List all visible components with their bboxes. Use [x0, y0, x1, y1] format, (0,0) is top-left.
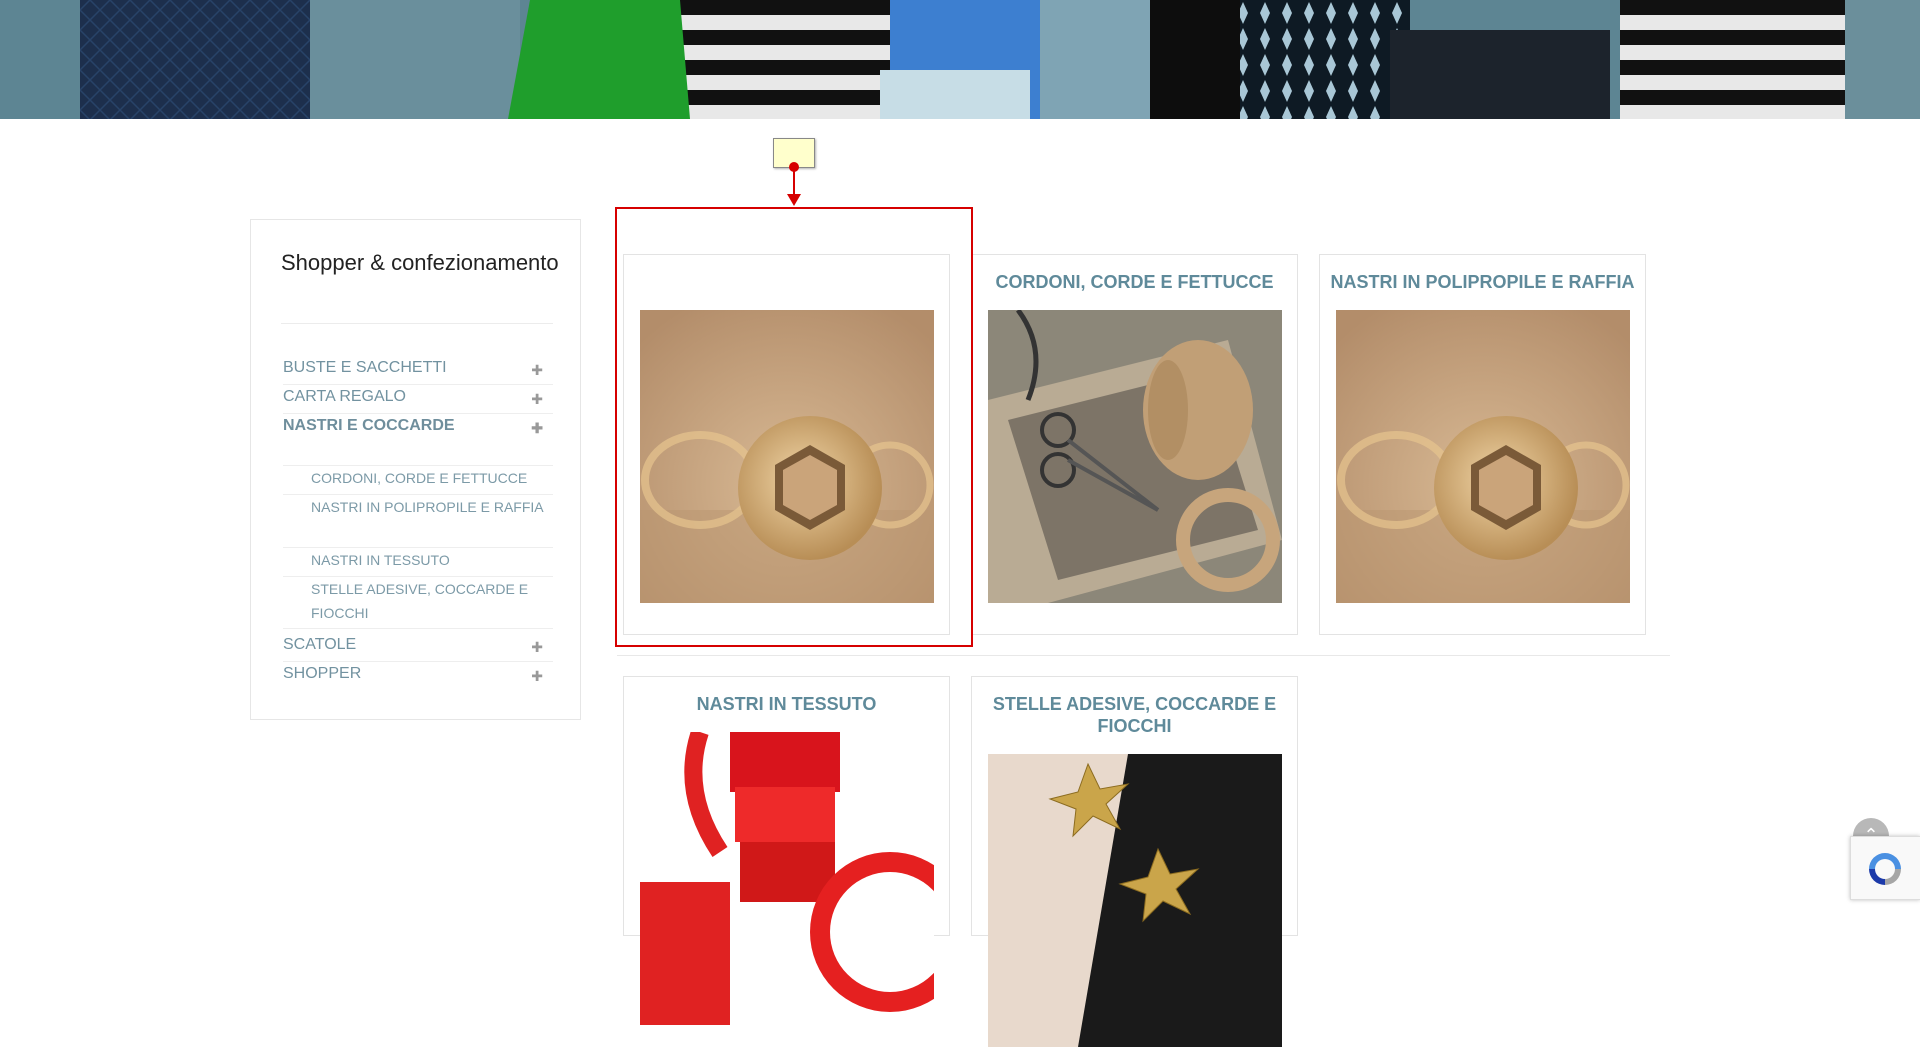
- category-card-title[interactable]: STELLE ADESIVE, COCCARDE E FIOCCHI: [972, 693, 1297, 737]
- sidebar-item-carta-regalo[interactable]: CARTA REGALO ✚: [283, 386, 553, 414]
- sidebar-subitem-stelle-adesive[interactable]: STELLE ADESIVE, COCCARDE E FIOCCHI: [283, 576, 553, 629]
- sidebar-subitem-nastri-tessuto[interactable]: NASTRI IN TESSUTO: [283, 547, 553, 576]
- recaptcha-badge[interactable]: [1850, 836, 1920, 900]
- sidebar-title: Shopper & confezionamento: [281, 250, 559, 275]
- plus-icon[interactable]: ✚: [531, 636, 543, 658]
- gold-bows-image[interactable]: [988, 754, 1282, 1047]
- sidebar-item-label: SCATOLE: [283, 636, 357, 653]
- category-card[interactable]: STELLE ADESIVE, COCCARDE E FIOCCHI: [971, 676, 1298, 1047]
- category-card-title[interactable]: NASTRI IN TESSUTO: [624, 693, 949, 715]
- plus-icon[interactable]: ✚: [531, 417, 543, 439]
- sidebar-subitem-label: NASTRI IN POLIPROPILE E RAFFIA: [311, 499, 544, 515]
- category-card[interactable]: NASTRI IN TESSUTO: [623, 676, 950, 1025]
- sidebar-subitem-label: CORDONI, CORDE E FETTUCCE: [311, 470, 528, 486]
- sidebar-item-label: CARTA REGALO: [283, 388, 406, 405]
- raffia-spool-image[interactable]: [1336, 310, 1630, 603]
- sidebar-item-label: NASTRI E COCCARDE: [283, 417, 455, 434]
- sidebar-subitem-label: STELLE ADESIVE, COCCARDE E FIOCCHI: [311, 581, 529, 621]
- plus-icon[interactable]: ✚: [531, 359, 543, 381]
- sidebar-divider: [281, 323, 553, 324]
- sidebar-item-buste-e-sacchetti[interactable]: BUSTE E SACCHETTI ✚: [283, 357, 553, 385]
- highlight-box: [615, 207, 973, 647]
- grid-row-divider: [617, 655, 1670, 656]
- category-sidebar: Shopper & confezionamento BUSTE E SACCHE…: [250, 219, 581, 720]
- sidebar-subitem-nastri-polipropile[interactable]: NASTRI IN POLIPROPILE E RAFFIA: [283, 494, 553, 547]
- sidebar-subitem-cordoni[interactable]: CORDONI, CORDE E FETTUCCE: [283, 465, 553, 494]
- hero-banner: [0, 0, 1920, 119]
- sidebar-item-label: SHOPPER: [283, 665, 362, 682]
- category-card[interactable]: NASTRI IN POLIPROPILE E RAFFIA: [1319, 254, 1646, 635]
- sidebar-item-label: BUSTE E SACCHETTI: [283, 359, 447, 376]
- sidebar-item-shopper[interactable]: SHOPPER ✚: [283, 663, 553, 691]
- gift-bags-banner-image: [0, 0, 1920, 119]
- category-card[interactable]: CORDONI, CORDE E FETTUCCE: [971, 254, 1298, 635]
- sidebar-subitem-label: NASTRI IN TESSUTO: [311, 552, 450, 568]
- recaptcha-icon: [1869, 853, 1901, 885]
- plus-icon[interactable]: ✚: [531, 388, 543, 410]
- arrow-down-icon: [787, 194, 801, 206]
- plus-icon[interactable]: ✚: [531, 665, 543, 687]
- sidebar-item-nastri-e-coccarde[interactable]: NASTRI E COCCARDE ✚: [283, 415, 553, 443]
- red-ribbons-image[interactable]: [640, 732, 934, 1025]
- sidebar-item-scatole[interactable]: SCATOLE ✚: [283, 634, 553, 662]
- twine-scissors-image[interactable]: [988, 310, 1282, 603]
- category-card-title[interactable]: NASTRI IN POLIPROPILE E RAFFIA: [1320, 271, 1645, 293]
- pin-dot-icon: [789, 162, 799, 172]
- category-card-title[interactable]: CORDONI, CORDE E FETTUCCE: [972, 271, 1297, 293]
